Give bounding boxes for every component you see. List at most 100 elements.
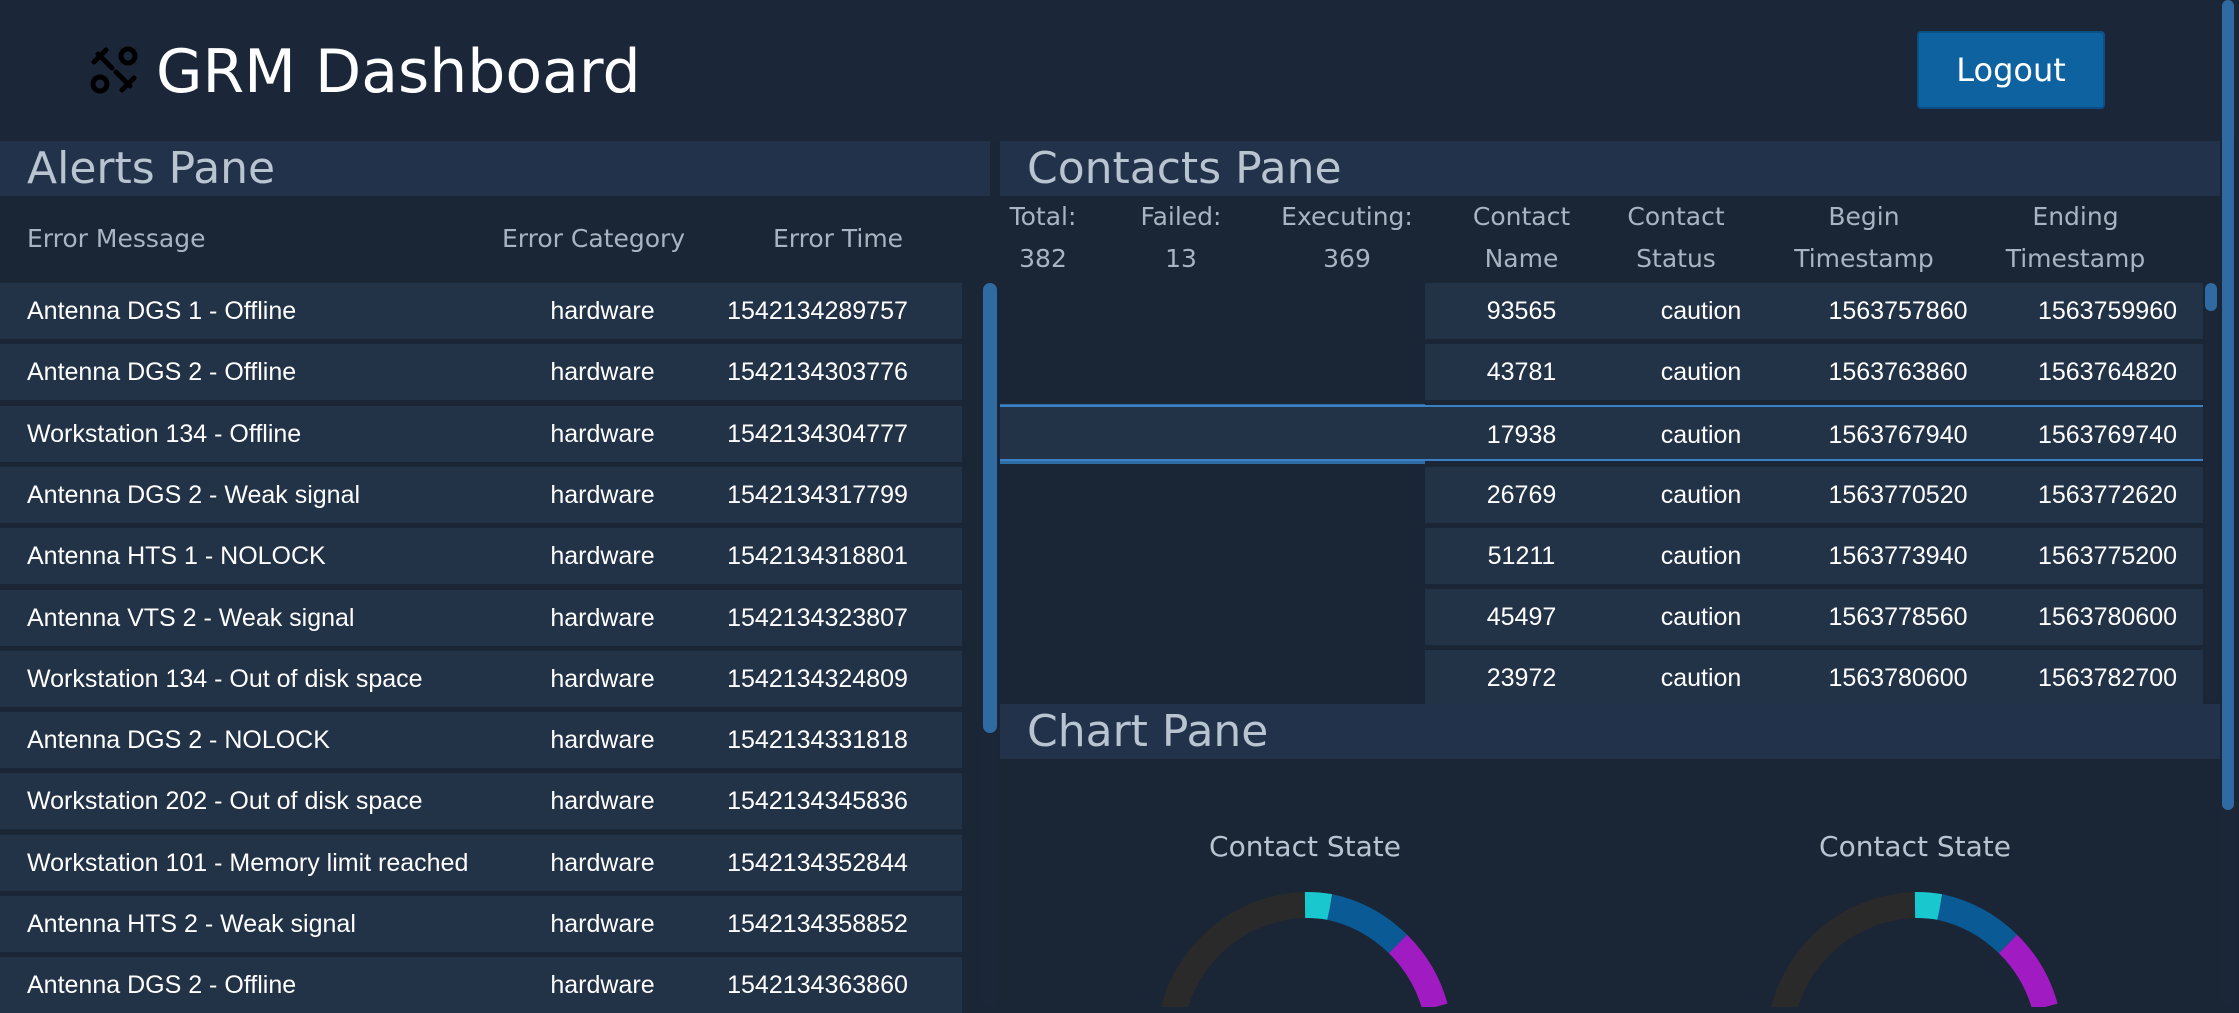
alert-row[interactable]: Workstation 134 - Out of disk space hardw… — [0, 651, 962, 707]
alert-message: Workstation 134 - Offline — [27, 420, 302, 448]
logout-button[interactable]: Logout — [1917, 31, 2105, 109]
column-header-contact-status[interactable]: Contact Status — [1593, 196, 1759, 280]
column-header-line: Ending — [2032, 202, 2119, 231]
contact-name: 26769 — [1486, 481, 1557, 509]
alert-row[interactable]: Workstation 134 - Offline hardware 1542134… — [0, 406, 962, 462]
alert-message: Antenna HTS 2 - Weak signal — [27, 910, 356, 938]
contact-name: 45497 — [1486, 603, 1557, 631]
alert-time: 1542134304777 — [727, 420, 908, 448]
stat-total-label: Total: — [1009, 202, 1077, 231]
contact-end-timestamp: 1563780600 — [2037, 603, 2178, 631]
chart-pane-title: Chart Pane — [1027, 706, 1269, 757]
alerts-pane-header: Alerts Pane — [0, 141, 990, 196]
contact-status: caution — [1660, 542, 1742, 570]
alert-message: Antenna DGS 2 - Offline — [27, 358, 297, 386]
contact-end-timestamp: 1563769740 — [2037, 421, 2178, 449]
stat-executing: Executing: 369 — [1272, 196, 1422, 280]
alert-row[interactable]: Workstation 202 - Out of disk space hardw… — [0, 773, 962, 829]
alert-message: Antenna DGS 1 - Offline — [27, 297, 297, 325]
contact-name: 93565 — [1486, 297, 1557, 325]
column-header-line: Timestamp — [2005, 244, 2146, 273]
contact-row[interactable]: 45497 caution 1563778560 1563780600 — [1425, 589, 2203, 645]
app-title: GRM Dashboard — [156, 37, 641, 107]
column-header-line: Contact — [1472, 202, 1571, 231]
alert-row[interactable]: Antenna HTS 1 - NOLOCK hardware 1542134318… — [0, 528, 962, 584]
alert-row[interactable]: Antenna DGS 2 - Weak signal hardware 15421… — [0, 467, 962, 523]
alert-message: Workstation 134 - Out of disk space — [27, 665, 423, 693]
contact-begin-timestamp: 1563773940 — [1828, 542, 1968, 570]
stat-total-value: 382 — [1019, 244, 1067, 273]
contact-name: 17938 — [1486, 421, 1557, 449]
donut-segment-teal — [1304, 892, 1333, 920]
alert-time: 1542134289757 — [727, 297, 908, 325]
alert-message: Antenna HTS 1 - NOLOCK — [27, 542, 326, 570]
alert-message: Antenna DGS 2 - NOLOCK — [27, 726, 330, 754]
contact-row[interactable]: 51211 caution 1563773940 1563775200 — [1425, 528, 2203, 584]
contact-row[interactable]: 17938 caution 1563767940 1563769740 — [1000, 405, 2203, 461]
column-header-contact-name[interactable]: Contact Name — [1425, 196, 1618, 280]
contact-row[interactable]: 43781 caution 1563763860 1563764820 — [1425, 344, 2203, 400]
donut-segment-blue — [1936, 894, 2018, 954]
donut-chart-title: Contact State — [1209, 830, 1401, 863]
contact-begin-timestamp: 1563763860 — [1828, 358, 1968, 386]
contacts-scrollbar-thumb[interactable] — [2205, 283, 2217, 311]
stat-total: Total: 382 — [968, 196, 1118, 280]
alerts-pane-title: Alerts Pane — [27, 143, 276, 194]
donut-segment-idle — [1771, 892, 1916, 1007]
contacts-scrollbar[interactable] — [2205, 283, 2217, 703]
chart-pane-header: Chart Pane — [1000, 704, 2220, 759]
page-scrollbar-thumb[interactable] — [2222, 0, 2234, 810]
alert-row[interactable]: Antenna DGS 2 - Offline hardware 154213430… — [0, 344, 962, 400]
contact-name: 43781 — [1486, 358, 1557, 386]
contact-end-timestamp: 1563782700 — [2037, 664, 2178, 692]
alerts-scrollbar[interactable] — [983, 283, 997, 1007]
alert-row[interactable]: Antenna DGS 2 - Offline hardware 154213436… — [0, 957, 962, 1013]
column-header-line: Name — [1484, 244, 1559, 273]
donut-segment-purple — [1388, 934, 1448, 1007]
column-header-line: Contact — [1627, 202, 1725, 231]
contact-row[interactable]: 26769 caution 1563770520 1563772620 — [1425, 467, 2203, 523]
donut-chart-contact-state-1[interactable] — [1130, 890, 1480, 1007]
satellite-link-icon — [90, 46, 138, 94]
contact-begin-timestamp: 1563767940 — [1828, 421, 1968, 449]
alert-row[interactable]: Antenna DGS 2 - NOLOCK hardware 1542134331… — [0, 712, 962, 768]
contact-status: caution — [1660, 481, 1742, 509]
alert-row[interactable]: Antenna HTS 2 - Weak signal hardware 15421… — [0, 896, 962, 952]
column-header-error-category[interactable]: Error Category — [502, 224, 685, 253]
contact-end-timestamp: 1563772620 — [2037, 481, 2178, 509]
stat-failed-label: Failed: — [1140, 202, 1222, 231]
alert-message: Antenna VTS 2 - Weak signal — [27, 604, 355, 632]
column-header-error-time[interactable]: Error Time — [773, 224, 903, 253]
alert-time: 1542134324809 — [727, 665, 908, 693]
alert-row[interactable]: Antenna DGS 1 - Offline hardware 154213428… — [0, 283, 962, 339]
contact-name: 23972 — [1486, 664, 1557, 692]
alert-time: 1542134318801 — [727, 542, 908, 570]
donut-chart-title: Contact State — [1819, 830, 2011, 863]
contact-begin-timestamp: 1563770520 — [1828, 481, 1968, 509]
column-header-ending-timestamp[interactable]: Ending Timestamp — [1980, 196, 2171, 280]
contacts-pane-title: Contacts Pane — [1027, 143, 1342, 194]
donut-chart-contact-state-2[interactable] — [1740, 890, 2090, 1007]
contact-status: caution — [1660, 664, 1742, 692]
alert-time: 1542134331818 — [727, 726, 908, 754]
alerts-scrollbar-thumb[interactable] — [983, 283, 997, 733]
alert-row[interactable]: Workstation 101 - Memory limit reached ha… — [0, 835, 962, 891]
contact-name: 51211 — [1487, 542, 1556, 570]
alert-time: 1542134352844 — [727, 849, 908, 877]
alert-message: Antenna DGS 2 - Weak signal — [27, 481, 361, 509]
stat-failed-value: 13 — [1165, 244, 1197, 273]
contact-status: caution — [1660, 297, 1742, 325]
stat-executing-value: 369 — [1323, 244, 1371, 273]
donut-segment-teal — [1914, 892, 1943, 920]
stat-executing-label: Executing: — [1281, 202, 1413, 231]
alert-message: Workstation 202 - Out of disk space — [27, 787, 423, 815]
alert-row[interactable]: Antenna VTS 2 - Weak signal hardware 15421… — [0, 590, 962, 646]
donut-segment-purple — [1998, 934, 2058, 1007]
column-header-error-message[interactable]: Error Message — [27, 224, 205, 253]
contact-row[interactable]: 93565 caution 1563757860 1563759960 — [1425, 283, 2203, 339]
page-scrollbar[interactable] — [2222, 0, 2234, 1007]
column-header-begin-timestamp[interactable]: Begin Timestamp — [1750, 196, 1978, 280]
contact-row[interactable]: 23972 caution 1563780600 1563782700 — [1425, 650, 2203, 706]
alert-message: Antenna DGS 2 - Offline — [27, 971, 297, 999]
alert-time: 1542134317799 — [727, 481, 908, 509]
